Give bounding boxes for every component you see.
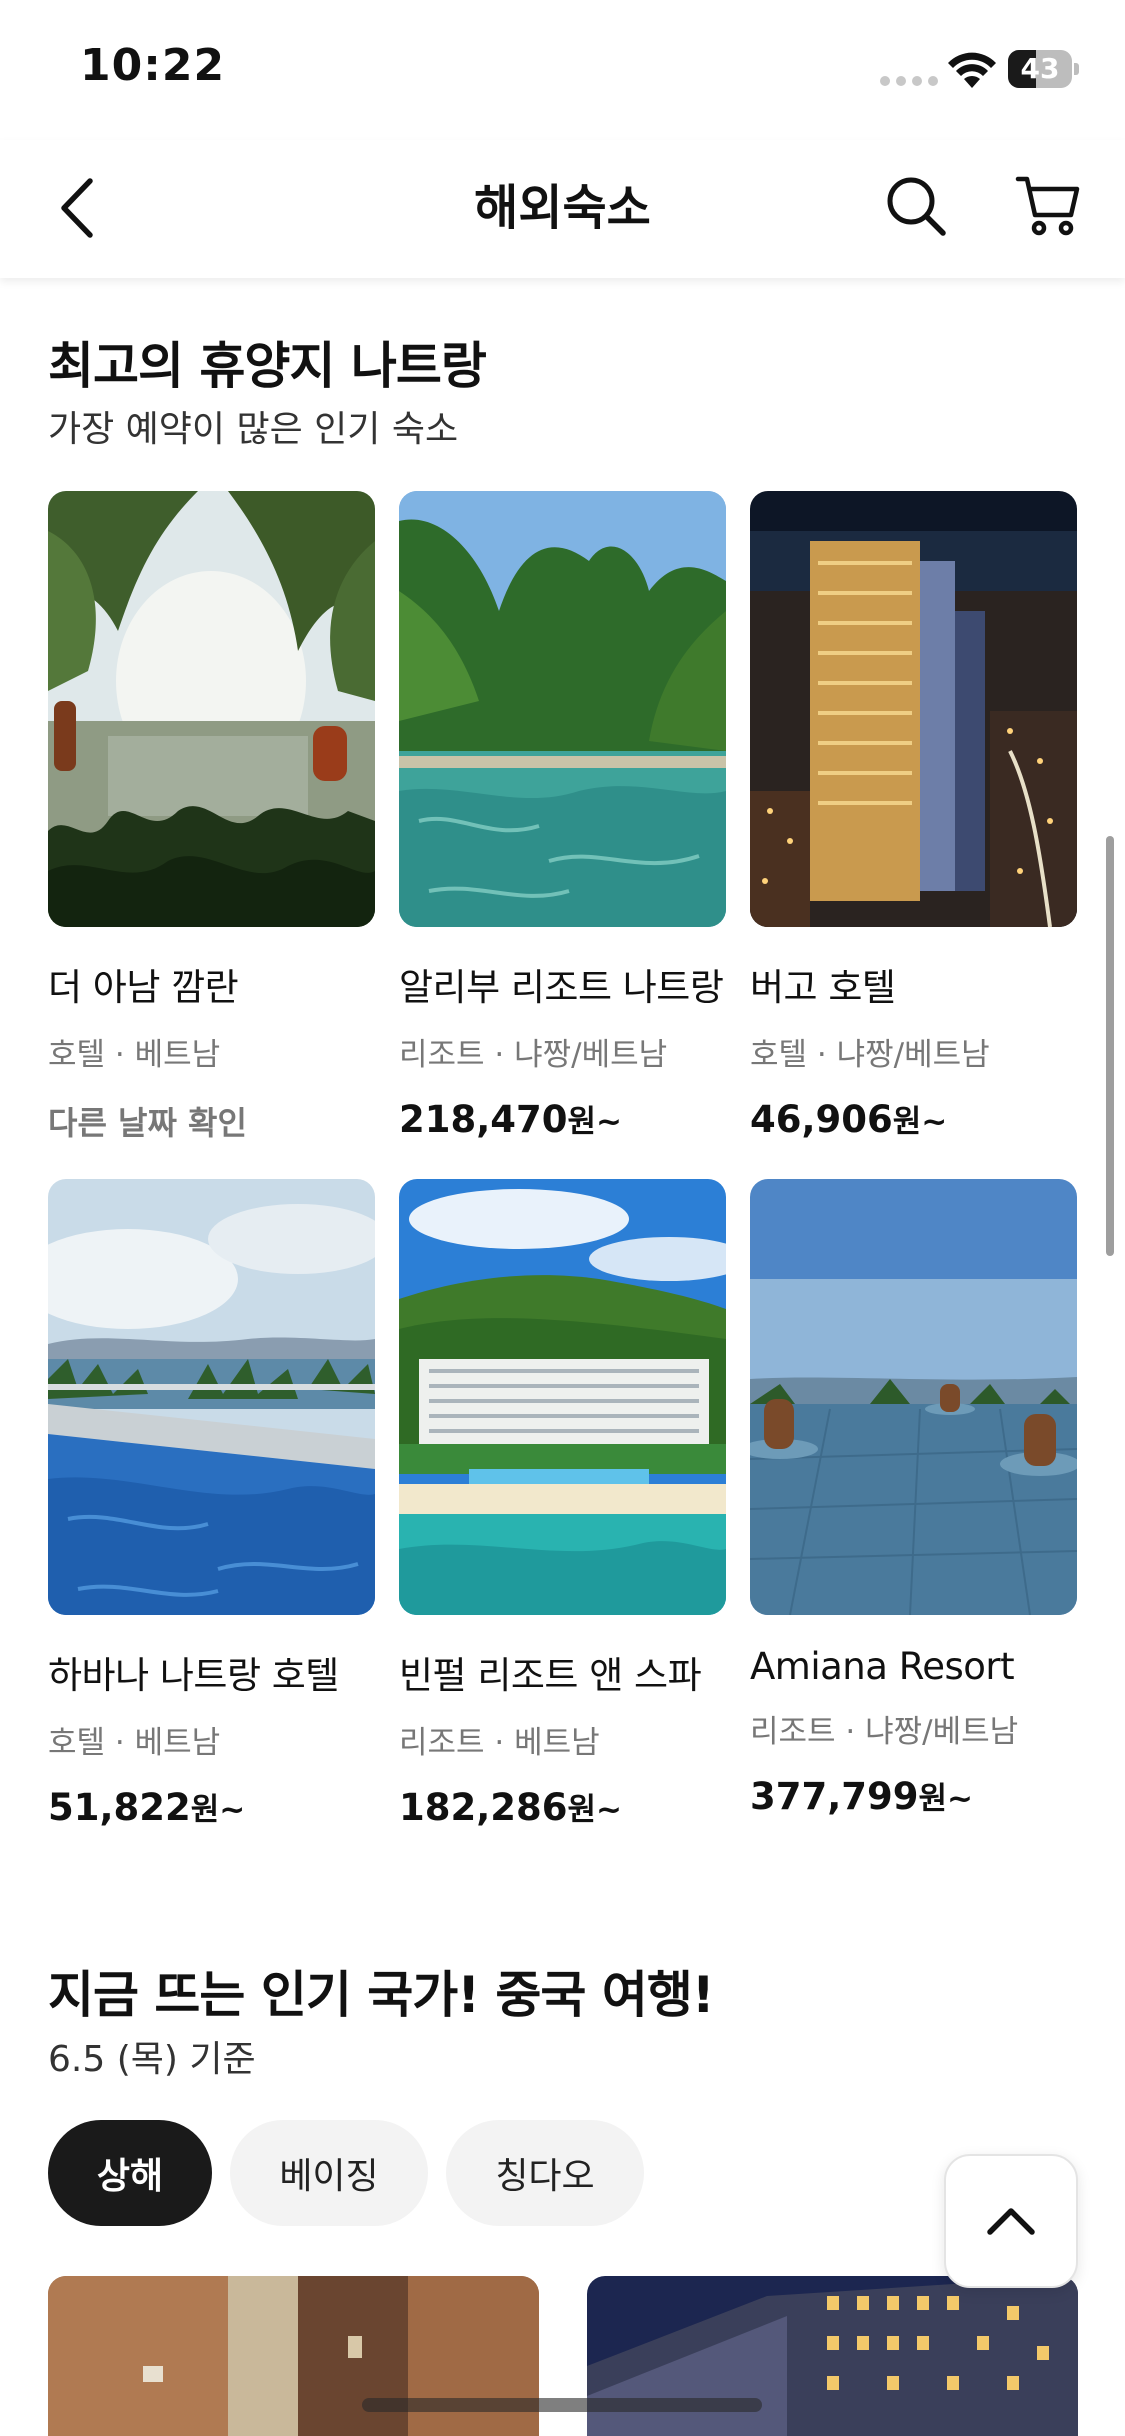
hotel-card[interactable]: Amiana Resort 리조트 · 냐짱/베트남 377,799원~ — [750, 1179, 1077, 1818]
hotel-meta: 호텔 · 냐짱/베트남 — [750, 1037, 990, 1073]
price-value: 218,470 — [399, 1098, 568, 1141]
hotel-name: 하바나 나트랑 호텔 — [48, 1654, 339, 1697]
city-chip[interactable]: 베이징 — [230, 2120, 428, 2226]
home-indicator — [362, 2398, 762, 2412]
price-unit: 원~ — [190, 1792, 246, 1828]
price-unit: 원~ — [918, 1781, 974, 1817]
hotel-meta: 리조트 · 냐짱/베트남 — [399, 1037, 668, 1073]
hotel-image — [750, 1179, 1077, 1615]
price-value: 51,822 — [48, 1786, 191, 1829]
status-bar: 10:22 43 — [0, 0, 1125, 140]
hotel-image[interactable] — [48, 2276, 539, 2436]
price-unit: 원~ — [567, 1792, 623, 1828]
hotel-card[interactable]: 하바나 나트랑 호텔 호텔 · 베트남 51,822원~ — [48, 1179, 375, 1829]
hotel-price: 218,470원~ — [399, 1096, 726, 1141]
price-value: 377,799 — [750, 1775, 919, 1818]
hotel-name: 빈펄 리조트 앤 스파 — [399, 1654, 702, 1697]
city-chip[interactable]: 칭다오 — [446, 2120, 644, 2226]
section-title: 지금 뜨는 인기 국가! 중국 여행! — [48, 1966, 715, 2024]
hotel-image — [750, 491, 1077, 927]
battery-level: 43 — [1020, 52, 1060, 85]
price-unit: 원~ — [567, 1104, 623, 1140]
price-value: 46,906 — [750, 1098, 893, 1141]
check-other-dates[interactable]: 다른 날짜 확인 — [48, 1098, 375, 1144]
wifi-icon — [948, 52, 996, 88]
price-value: 182,286 — [399, 1786, 568, 1829]
section-title: 최고의 휴양지 나트랑 — [48, 337, 487, 395]
scroll-to-top-button[interactable] — [944, 2154, 1078, 2288]
hotel-card[interactable]: 더 아남 깜란 호텔 · 베트남 다른 날짜 확인 — [48, 491, 375, 1144]
hotel-price: 182,286원~ — [399, 1784, 726, 1829]
price-unit: 원~ — [892, 1104, 948, 1140]
section-subtitle: 가장 예약이 많은 인기 숙소 — [48, 409, 459, 450]
hotel-name: 더 아남 깜란 — [48, 966, 239, 1009]
status-time: 10:22 — [80, 40, 226, 91]
hotel-image[interactable] — [587, 2276, 1078, 2436]
hotel-meta: 리조트 · 냐짱/베트남 — [750, 1714, 1019, 1750]
hotel-card[interactable]: 알리부 리조트 나트랑 리조트 · 냐짱/베트남 218,470원~ — [399, 491, 726, 1141]
hotel-name: 버고 호텔 — [750, 966, 896, 1009]
hotel-price: 46,906원~ — [750, 1096, 1077, 1141]
hotel-price: 377,799원~ — [750, 1773, 1077, 1818]
section-subtitle: 6.5 (목) 기준 — [48, 2039, 256, 2080]
chevron-up-icon — [987, 2208, 1035, 2235]
cart-button[interactable] — [1010, 168, 1086, 244]
search-button[interactable] — [880, 170, 952, 242]
hotel-card[interactable]: 빈펄 리조트 앤 스파 리조트 · 베트남 182,286원~ — [399, 1179, 726, 1829]
hotel-meta: 리조트 · 베트남 — [399, 1725, 600, 1761]
hotel-price: 51,822원~ — [48, 1784, 375, 1829]
battery-icon: 43 — [1008, 50, 1079, 88]
cellular-signal-icon — [880, 76, 938, 86]
hotel-image — [399, 491, 726, 927]
hotel-image — [48, 1179, 375, 1615]
hotel-meta: 호텔 · 베트남 — [48, 1037, 221, 1073]
hotel-image — [48, 491, 375, 927]
page-title: 해외숙소 — [474, 180, 651, 236]
city-chip[interactable]: 상해 — [48, 2120, 212, 2226]
scrollbar[interactable] — [1106, 836, 1114, 1256]
nav-bar: 해외숙소 — [0, 140, 1125, 278]
hotel-meta: 호텔 · 베트남 — [48, 1725, 221, 1761]
cart-icon — [1015, 176, 1080, 236]
hotel-name: 알리부 리조트 나트랑 — [399, 966, 724, 1009]
hotel-name: Amiana Resort — [750, 1645, 1015, 1688]
hotel-image — [399, 1179, 726, 1615]
hotel-card[interactable]: 버고 호텔 호텔 · 냐짱/베트남 46,906원~ — [750, 491, 1077, 1141]
search-icon — [887, 177, 946, 236]
